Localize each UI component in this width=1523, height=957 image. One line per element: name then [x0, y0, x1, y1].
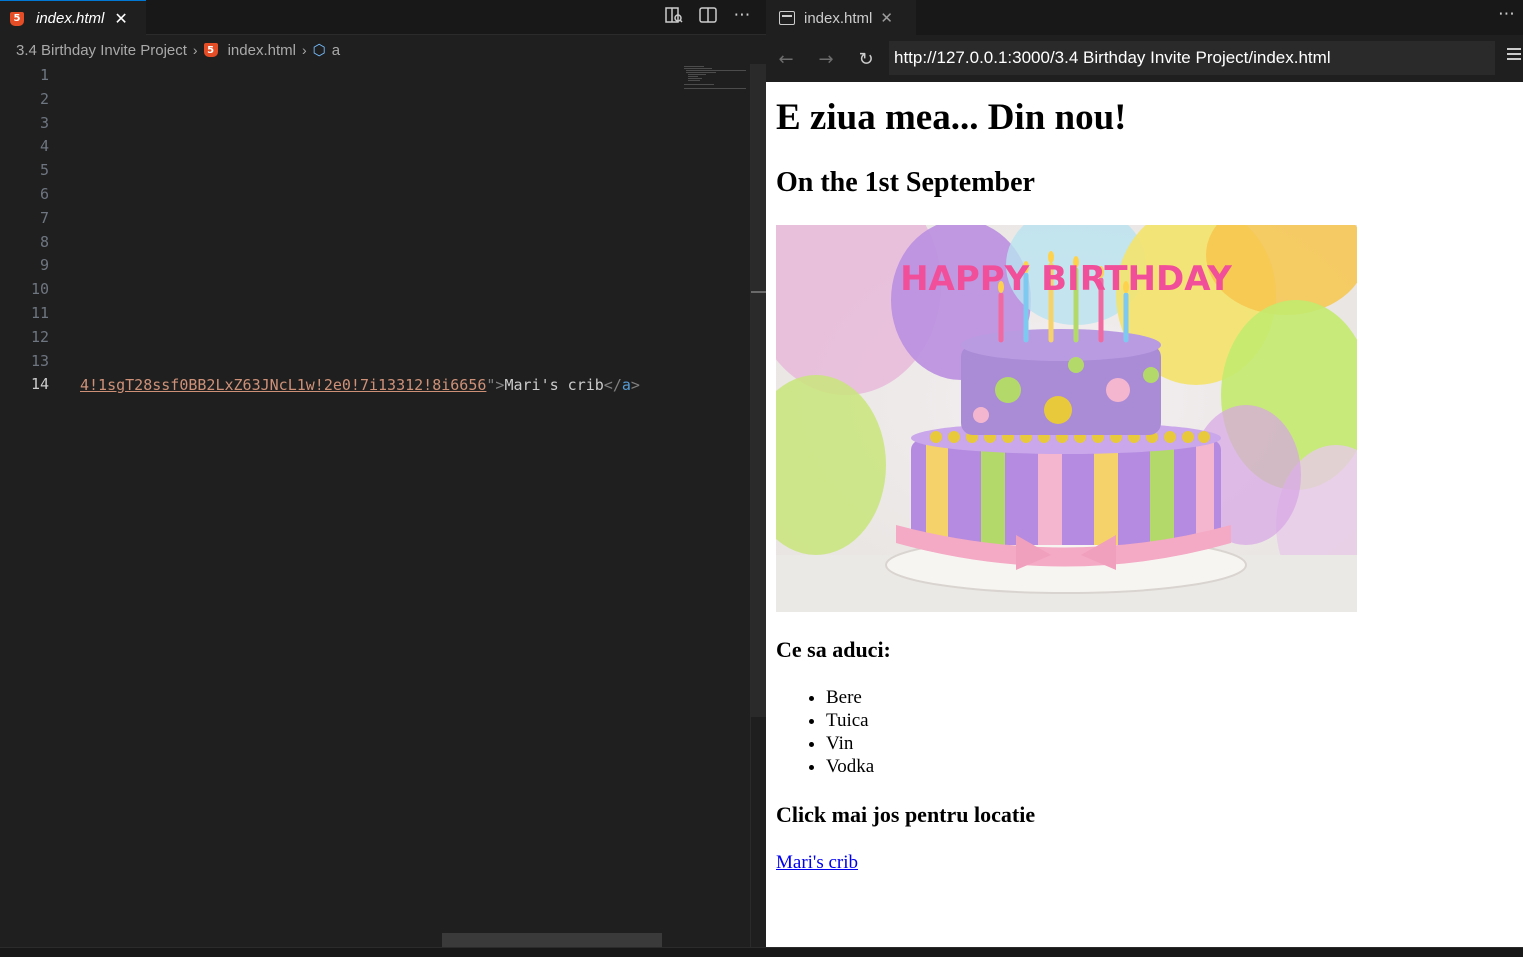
url-input[interactable]: http://127.0.0.1:3000/3.4 Birthday Invit… — [889, 41, 1495, 75]
location-heading: Click mai jos pentru locatie — [776, 802, 1036, 827]
browser-navigation-bar: ← → ↻ http://127.0.0.1:3000/3.4 Birthday… — [766, 36, 1523, 82]
code-url-string[interactable]: 4!1sgT28ssf0BB2LxZ63JNcL1w!2e0!7i13312!8… — [80, 376, 486, 394]
bring-heading: Ce sa aduci: — [776, 637, 891, 662]
browser-tab-label: index.html — [804, 9, 873, 27]
browser-tab-index-html[interactable]: index.html ✕ — [766, 0, 916, 36]
line-number: 2 — [39, 89, 49, 108]
line-number: 1 — [39, 66, 49, 84]
code-link-text: Mari's crib — [504, 376, 604, 394]
scrollbar-cursor-marker — [751, 291, 766, 293]
simple-browser-pane: index.html ✕ ⋯ ← → ↻ http://127.0.0.1:30… — [766, 0, 1523, 947]
line-number: 10 — [30, 280, 49, 299]
breadcrumb-folder[interactable]: 3.4 Birthday Invite Project — [16, 42, 187, 59]
birthday-cake-image: HAPPY BIRTHDAY — [776, 225, 1357, 612]
breadcrumb-symbol[interactable]: a — [332, 42, 340, 59]
list-item: Tuica — [826, 709, 874, 732]
html5-icon: 5 — [10, 11, 24, 26]
list-item: Vodka — [826, 755, 874, 778]
line-number: 5 — [39, 161, 49, 180]
code-close-tag-open: </ — [603, 376, 622, 394]
line-number: 12 — [30, 327, 49, 346]
forward-arrow-icon[interactable]: → — [806, 41, 846, 77]
code-quote-close: "> — [486, 376, 505, 394]
editor-tab-label: index.html — [36, 10, 105, 27]
menu-icon[interactable] — [1507, 48, 1521, 62]
back-arrow-icon[interactable]: ← — [766, 41, 806, 77]
line-number: 9 — [39, 256, 49, 275]
browser-tab-bar: index.html ✕ ⋯ — [766, 0, 1523, 36]
line-number: 3 — [39, 113, 49, 132]
editor-actions: ⋯ — [664, 4, 752, 26]
more-actions-icon[interactable]: ⋯ — [732, 4, 752, 26]
breadcrumb: 3.4 Birthday Invite Project › 5 index.ht… — [16, 40, 340, 60]
editor-tab-index-html[interactable]: 5 index.html ✕ — [0, 0, 146, 36]
code-editor-pane: 5 index.html ✕ ⋯ 3.4 Birthday Invite Pro… — [0, 0, 766, 947]
more-actions-icon[interactable]: ⋯ — [1498, 4, 1515, 24]
code-close-tag-name: a — [621, 376, 631, 394]
bring-list: Bere Tuica Vin Vodka — [826, 686, 874, 778]
line-number: 14 — [30, 375, 49, 394]
line-number: 7 — [39, 208, 49, 227]
line-number: 8 — [39, 232, 49, 251]
close-icon[interactable]: ✕ — [114, 9, 127, 28]
line-number: 11 — [30, 303, 49, 322]
list-item: Vin — [826, 732, 874, 755]
location-link[interactable]: Mari's crib — [776, 852, 858, 874]
chevron-right-icon: › — [192, 42, 198, 58]
editor-tab-bar: 5 index.html ✕ ⋯ — [0, 0, 766, 36]
reload-icon[interactable]: ↻ — [846, 41, 886, 77]
symbol-cube-icon: ⬡ — [312, 42, 326, 59]
line-number: 6 — [39, 184, 49, 203]
list-item: Bere — [826, 686, 874, 709]
page-date-heading: On the 1st September — [776, 167, 1035, 198]
line-number: 13 — [30, 351, 49, 370]
html5-icon: 5 — [203, 43, 218, 57]
scrollbar-thumb[interactable] — [751, 64, 766, 717]
browser-preview-icon — [779, 11, 795, 25]
status-bar — [0, 947, 1523, 957]
code-close-tag-end: > — [630, 376, 640, 394]
line-number: 4 — [39, 137, 49, 156]
minimap[interactable] — [676, 64, 750, 947]
code-line-14[interactable]: 4!1sgT28ssf0BB2LxZ63JNcL1w!2e0!7i13312!8… — [80, 373, 676, 397]
breadcrumb-file[interactable]: index.html — [228, 42, 296, 59]
line-number-gutter: 1 2 3 4 5 6 7 8 9 10 11 12 13 14 — [0, 64, 60, 397]
page-heading: E ziua mea... Din nou! — [776, 97, 1127, 138]
close-icon[interactable]: ✕ — [880, 9, 893, 27]
editor-vertical-scrollbar[interactable] — [750, 64, 766, 947]
split-editor-icon[interactable] — [698, 4, 718, 26]
happy-birthday-text: HAPPY BIRTHDAY — [900, 259, 1232, 299]
chevron-right-icon: › — [301, 42, 307, 58]
page-viewport: E ziua mea... Din nou! On the 1st Septem… — [766, 82, 1523, 947]
open-preview-icon[interactable] — [664, 4, 684, 26]
editor-horizontal-scrollbar[interactable] — [442, 933, 662, 947]
